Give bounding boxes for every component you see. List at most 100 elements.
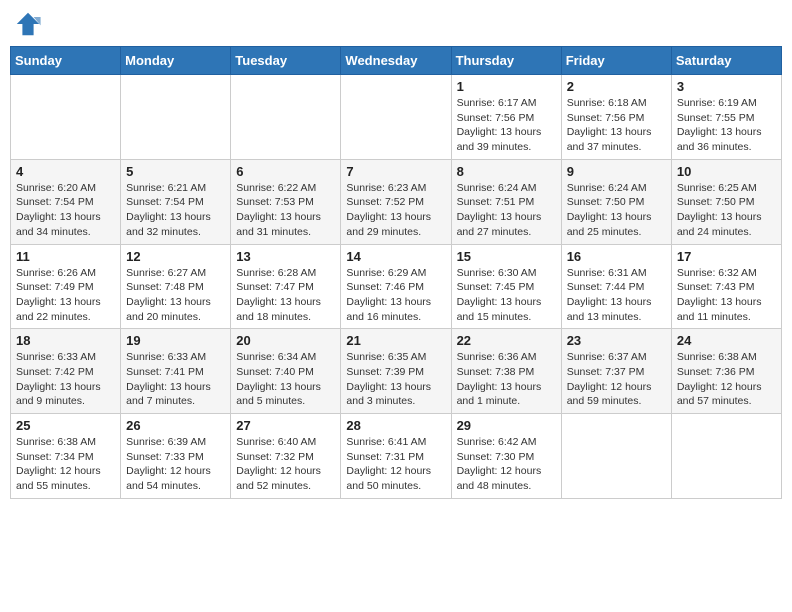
day-info: Sunrise: 6:32 AM Sunset: 7:43 PM Dayligh… [677, 266, 776, 325]
day-info: Sunrise: 6:42 AM Sunset: 7:30 PM Dayligh… [457, 435, 556, 494]
day-info: Sunrise: 6:33 AM Sunset: 7:41 PM Dayligh… [126, 350, 225, 409]
col-header-saturday: Saturday [671, 47, 781, 75]
day-number: 10 [677, 164, 776, 179]
day-info: Sunrise: 6:26 AM Sunset: 7:49 PM Dayligh… [16, 266, 115, 325]
day-number: 4 [16, 164, 115, 179]
col-header-wednesday: Wednesday [341, 47, 451, 75]
calendar-cell: 25 Sunrise: 6:38 AM Sunset: 7:34 PM Dayli… [11, 414, 121, 499]
calendar-cell: 5 Sunrise: 6:21 AM Sunset: 7:54 PM Daylig… [121, 159, 231, 244]
calendar-cell: 7 Sunrise: 6:23 AM Sunset: 7:52 PM Daylig… [341, 159, 451, 244]
day-info: Sunrise: 6:21 AM Sunset: 7:54 PM Dayligh… [126, 181, 225, 240]
calendar-cell: 22 Sunrise: 6:36 AM Sunset: 7:38 PM Dayli… [451, 329, 561, 414]
day-number: 8 [457, 164, 556, 179]
day-info: Sunrise: 6:40 AM Sunset: 7:32 PM Dayligh… [236, 435, 335, 494]
day-info: Sunrise: 6:38 AM Sunset: 7:34 PM Dayligh… [16, 435, 115, 494]
calendar-cell: 8 Sunrise: 6:24 AM Sunset: 7:51 PM Daylig… [451, 159, 561, 244]
calendar-week-row: 18 Sunrise: 6:33 AM Sunset: 7:42 PM Dayli… [11, 329, 782, 414]
calendar-cell: 10 Sunrise: 6:25 AM Sunset: 7:50 PM Dayli… [671, 159, 781, 244]
calendar-cell: 12Sunrise: 6:27 AM Sunset: 7:48 PM Dayli… [121, 244, 231, 329]
calendar-cell: 16 Sunrise: 6:31 AM Sunset: 7:44 PM Dayli… [561, 244, 671, 329]
day-number: 27 [236, 418, 335, 433]
calendar-header-row: SundayMondayTuesdayWednesdayThursdayFrid… [11, 47, 782, 75]
day-number: 5 [126, 164, 225, 179]
calendar-cell: 15 Sunrise: 6:30 AM Sunset: 7:45 PM Dayli… [451, 244, 561, 329]
day-info: Sunrise: 6:36 AM Sunset: 7:38 PM Dayligh… [457, 350, 556, 409]
day-number: 11 [16, 249, 115, 264]
day-number: 6 [236, 164, 335, 179]
calendar-cell: 11 Sunrise: 6:26 AM Sunset: 7:49 PM Dayli… [11, 244, 121, 329]
col-header-thursday: Thursday [451, 47, 561, 75]
calendar-week-row: 1Sunrise: 6:17 AM Sunset: 7:56 PM Daylig… [11, 75, 782, 160]
calendar-cell: 21 Sunrise: 6:35 AM Sunset: 7:39 PM Dayli… [341, 329, 451, 414]
day-info: Sunrise: 6:25 AM Sunset: 7:50 PM Dayligh… [677, 181, 776, 240]
day-number: 23 [567, 333, 666, 348]
day-info: Sunrise: 6:19 AM Sunset: 7:55 PM Dayligh… [677, 96, 776, 155]
day-number: 24 [677, 333, 776, 348]
calendar-week-row: 25 Sunrise: 6:38 AM Sunset: 7:34 PM Dayli… [11, 414, 782, 499]
calendar-table: SundayMondayTuesdayWednesdayThursdayFrid… [10, 46, 782, 499]
calendar-cell: 24 Sunrise: 6:38 AM Sunset: 7:36 PM Dayli… [671, 329, 781, 414]
calendar-cell [11, 75, 121, 160]
calendar-cell: 20 Sunrise: 6:34 AM Sunset: 7:40 PM Dayli… [231, 329, 341, 414]
day-number: 19 [126, 333, 225, 348]
calendar-cell [341, 75, 451, 160]
day-info: Sunrise: 6:28 AM Sunset: 7:47 PM Dayligh… [236, 266, 335, 325]
calendar-cell: 18 Sunrise: 6:33 AM Sunset: 7:42 PM Dayli… [11, 329, 121, 414]
calendar-cell: 28 Sunrise: 6:41 AM Sunset: 7:31 PM Dayli… [341, 414, 451, 499]
day-number: 22 [457, 333, 556, 348]
calendar-cell: 4 Sunrise: 6:20 AM Sunset: 7:54 PM Daylig… [11, 159, 121, 244]
calendar-cell: 14 Sunrise: 6:29 AM Sunset: 7:46 PM Dayli… [341, 244, 451, 329]
day-number: 18 [16, 333, 115, 348]
day-info: Sunrise: 6:37 AM Sunset: 7:37 PM Dayligh… [567, 350, 666, 409]
day-number: 26 [126, 418, 225, 433]
day-number: 17 [677, 249, 776, 264]
logo [14, 10, 44, 38]
day-info: Sunrise: 6:41 AM Sunset: 7:31 PM Dayligh… [346, 435, 445, 494]
day-number: 20 [236, 333, 335, 348]
day-info: Sunrise: 6:22 AM Sunset: 7:53 PM Dayligh… [236, 181, 335, 240]
calendar-cell: 29 Sunrise: 6:42 AM Sunset: 7:30 PM Dayli… [451, 414, 561, 499]
day-info: Sunrise: 6:34 AM Sunset: 7:40 PM Dayligh… [236, 350, 335, 409]
day-number: 29 [457, 418, 556, 433]
col-header-monday: Monday [121, 47, 231, 75]
day-number: 3 [677, 79, 776, 94]
day-info: Sunrise: 6:20 AM Sunset: 7:54 PM Dayligh… [16, 181, 115, 240]
day-number: 15 [457, 249, 556, 264]
col-header-sunday: Sunday [11, 47, 121, 75]
calendar-cell: 1Sunrise: 6:17 AM Sunset: 7:56 PM Daylig… [451, 75, 561, 160]
calendar-cell: 26 Sunrise: 6:39 AM Sunset: 7:33 PM Dayli… [121, 414, 231, 499]
day-number: 16 [567, 249, 666, 264]
calendar-cell: 6 Sunrise: 6:22 AM Sunset: 7:53 PM Daylig… [231, 159, 341, 244]
day-number: 14 [346, 249, 445, 264]
day-number: 28 [346, 418, 445, 433]
day-number: 2 [567, 79, 666, 94]
day-number: 25 [16, 418, 115, 433]
day-number: 7 [346, 164, 445, 179]
logo-icon [14, 10, 42, 38]
day-info: Sunrise: 6:39 AM Sunset: 7:33 PM Dayligh… [126, 435, 225, 494]
day-info: Sunrise: 6:17 AM Sunset: 7:56 PM Dayligh… [457, 96, 556, 155]
calendar-cell: 3 Sunrise: 6:19 AM Sunset: 7:55 PM Daylig… [671, 75, 781, 160]
day-number: 9 [567, 164, 666, 179]
day-number: 21 [346, 333, 445, 348]
day-info: Sunrise: 6:29 AM Sunset: 7:46 PM Dayligh… [346, 266, 445, 325]
calendar-week-row: 11 Sunrise: 6:26 AM Sunset: 7:49 PM Dayli… [11, 244, 782, 329]
day-info: Sunrise: 6:24 AM Sunset: 7:51 PM Dayligh… [457, 181, 556, 240]
day-info: Sunrise: 6:18 AM Sunset: 7:56 PM Dayligh… [567, 96, 666, 155]
day-info: Sunrise: 6:38 AM Sunset: 7:36 PM Dayligh… [677, 350, 776, 409]
calendar-cell: 19 Sunrise: 6:33 AM Sunset: 7:41 PM Dayli… [121, 329, 231, 414]
calendar-cell: 27 Sunrise: 6:40 AM Sunset: 7:32 PM Dayli… [231, 414, 341, 499]
day-info: Sunrise: 6:35 AM Sunset: 7:39 PM Dayligh… [346, 350, 445, 409]
calendar-cell [561, 414, 671, 499]
col-header-tuesday: Tuesday [231, 47, 341, 75]
day-info: Sunrise: 6:30 AM Sunset: 7:45 PM Dayligh… [457, 266, 556, 325]
day-info: Sunrise: 6:23 AM Sunset: 7:52 PM Dayligh… [346, 181, 445, 240]
day-number: 12 [126, 249, 225, 264]
calendar-cell: 17 Sunrise: 6:32 AM Sunset: 7:43 PM Dayli… [671, 244, 781, 329]
day-info: Sunrise: 6:33 AM Sunset: 7:42 PM Dayligh… [16, 350, 115, 409]
day-info: Sunrise: 6:31 AM Sunset: 7:44 PM Dayligh… [567, 266, 666, 325]
calendar-cell: 13 Sunrise: 6:28 AM Sunset: 7:47 PM Dayli… [231, 244, 341, 329]
calendar-cell: 2 Sunrise: 6:18 AM Sunset: 7:56 PM Daylig… [561, 75, 671, 160]
calendar-cell: 9Sunrise: 6:24 AM Sunset: 7:50 PM Daylig… [561, 159, 671, 244]
day-number: 13 [236, 249, 335, 264]
